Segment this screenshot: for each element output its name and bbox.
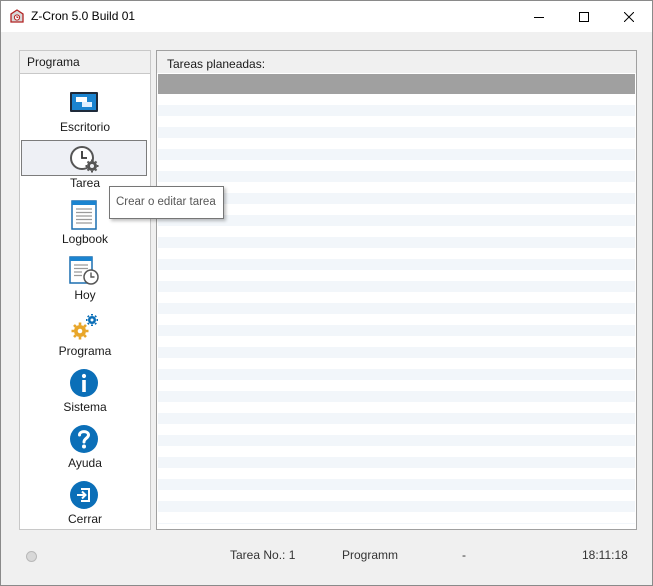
- table-row: [158, 501, 635, 512]
- task-table-header[interactable]: [158, 74, 635, 94]
- tooltip-text: Crear o editar tarea: [116, 196, 216, 208]
- nav-label-programa: Programa: [58, 344, 112, 358]
- maximize-icon: [579, 11, 589, 22]
- table-row: [158, 369, 635, 380]
- nav-item-tarea[interactable]: Tarea: [20, 140, 150, 192]
- table-row: [158, 468, 635, 479]
- nav-label-hoy: Hoy: [74, 288, 96, 302]
- table-row: [158, 204, 635, 215]
- table-row: [158, 138, 635, 149]
- sidebar-header-label: Programa: [27, 55, 80, 69]
- table-row: [158, 94, 635, 105]
- close-icon: [624, 11, 634, 22]
- table-row: [158, 237, 635, 248]
- table-row: [158, 292, 635, 303]
- table-row: [158, 490, 635, 501]
- program-sidebar: Programa Escritorio Tarea Logbook Hoy Pr…: [19, 50, 151, 530]
- table-row: [158, 105, 635, 116]
- nav-label-logbook: Logbook: [61, 232, 109, 246]
- logbook-icon: [71, 200, 97, 230]
- table-row: [158, 281, 635, 292]
- gears-icon: [71, 314, 98, 340]
- status-task-number: Tarea No.: 1: [230, 548, 296, 562]
- nav-label-escritorio: Escritorio: [59, 120, 110, 134]
- table-row: [158, 314, 635, 325]
- tooltip: Crear o editar tarea: [109, 186, 224, 219]
- table-row: [158, 116, 635, 127]
- status-separator: -: [462, 548, 466, 562]
- help-icon: [70, 425, 98, 453]
- clock-gear-icon: [70, 146, 99, 173]
- close-button[interactable]: [606, 1, 652, 32]
- table-row: [158, 270, 635, 281]
- panel-header: Tareas planeadas:: [157, 51, 636, 73]
- calendar-clock-icon: [69, 256, 99, 285]
- table-row: [158, 457, 635, 468]
- table-row: [158, 259, 635, 270]
- table-row: [158, 193, 635, 204]
- nav-label-cerrar: Cerrar: [67, 512, 102, 526]
- nav-label-ayuda: Ayuda: [68, 456, 102, 470]
- nav-item-programa[interactable]: Programa: [20, 308, 150, 360]
- window-title: Z-Cron 5.0 Build 01: [31, 9, 136, 23]
- table-row: [158, 336, 635, 347]
- table-row: [158, 226, 635, 237]
- table-row: [158, 413, 635, 424]
- table-row: [158, 512, 635, 523]
- table-row: [158, 347, 635, 358]
- minimize-icon: [534, 16, 544, 18]
- sidebar-header: Programa: [20, 51, 150, 74]
- table-row: [158, 182, 635, 193]
- status-time: 18:11:18: [582, 548, 628, 562]
- table-row: [158, 391, 635, 402]
- info-icon: [70, 369, 98, 397]
- table-row: [158, 446, 635, 457]
- minimize-button[interactable]: [516, 1, 562, 32]
- table-row: [158, 435, 635, 446]
- status-indicator-icon: [26, 551, 37, 562]
- nav-item-ayuda[interactable]: Ayuda: [20, 420, 150, 472]
- table-row: [158, 358, 635, 369]
- exit-icon: [70, 481, 98, 509]
- task-table-body[interactable]: [158, 94, 635, 524]
- table-row: [158, 424, 635, 435]
- table-row: [158, 171, 635, 182]
- nav-item-sistema[interactable]: Sistema: [20, 364, 150, 416]
- table-row: [158, 127, 635, 138]
- table-row: [158, 325, 635, 336]
- table-row: [158, 248, 635, 259]
- nav-label-sistema: Sistema: [63, 400, 107, 414]
- app-icon: [10, 9, 24, 23]
- table-row: [158, 523, 635, 524]
- table-row: [158, 402, 635, 413]
- panel-title: Tareas planeadas:: [167, 57, 266, 71]
- table-row: [158, 149, 635, 160]
- nav-item-cerrar[interactable]: Cerrar: [20, 476, 150, 528]
- nav-item-hoy[interactable]: Hoy: [20, 252, 150, 304]
- table-row: [158, 160, 635, 171]
- table-row: [158, 303, 635, 314]
- nav-item-escritorio[interactable]: Escritorio: [20, 84, 150, 136]
- table-row: [158, 380, 635, 391]
- desktop-icon: [70, 92, 98, 112]
- app-window: Z-Cron 5.0 Build 01 Programa Escritorio: [0, 0, 653, 586]
- planned-tasks-panel: Tareas planeadas:: [156, 50, 637, 530]
- status-program: Programm: [342, 548, 399, 562]
- status-bar: Tarea No.: 1 Programm - 18:11:18: [1, 539, 652, 569]
- table-row: [158, 479, 635, 490]
- title-bar[interactable]: Z-Cron 5.0 Build 01: [1, 1, 652, 32]
- table-row: [158, 215, 635, 226]
- maximize-button[interactable]: [561, 1, 607, 32]
